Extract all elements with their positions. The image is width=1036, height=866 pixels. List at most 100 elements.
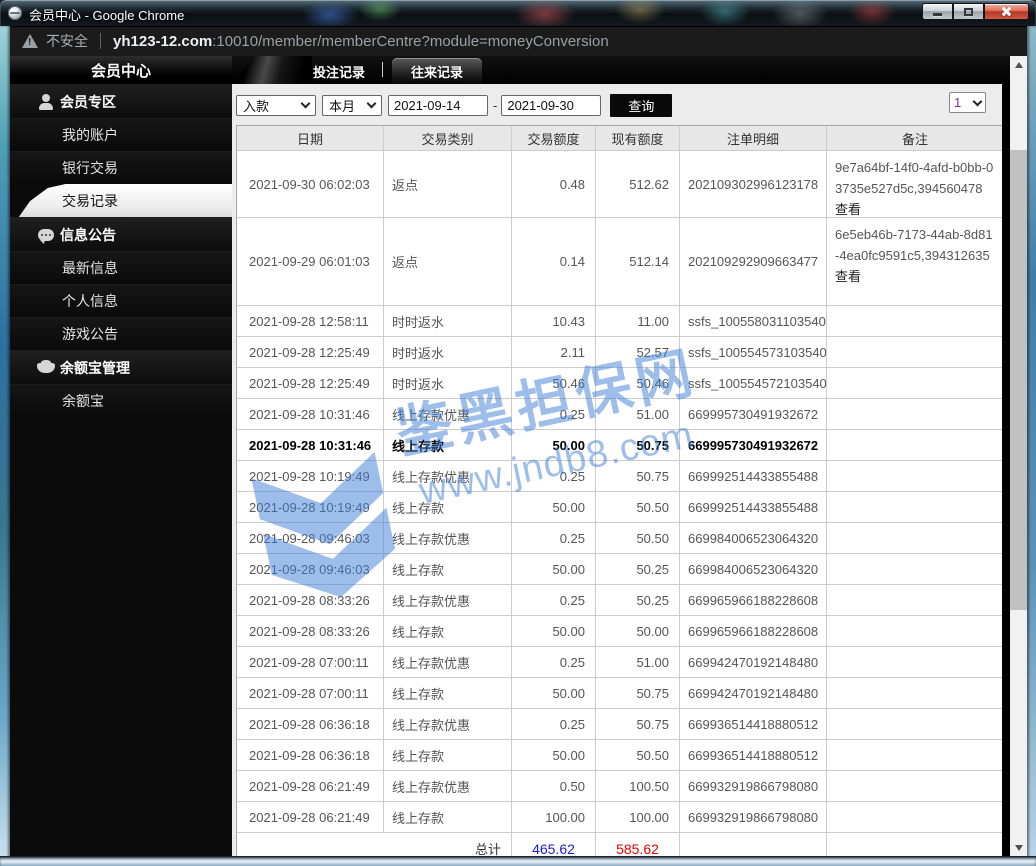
close-icon bbox=[1001, 6, 1012, 17]
window-controls bbox=[922, 3, 1029, 20]
url-domain: yh123-12.com bbox=[113, 32, 213, 50]
table-row: 2021-09-28 07:00:11 线上存款 50.00 50.75 6699424… bbox=[237, 677, 1002, 708]
footer-empty-cell bbox=[679, 833, 826, 856]
table-row: 2021-09-28 06:36:18 线上存款优惠 0.25 50.75 669936… bbox=[237, 708, 1002, 739]
period-select[interactable]: 本月 bbox=[322, 94, 382, 116]
cell-balance: 50.75 bbox=[595, 430, 679, 460]
window-frame-bottom bbox=[0, 856, 1036, 866]
cell-remark bbox=[826, 368, 1002, 398]
date-to-input[interactable] bbox=[501, 94, 602, 116]
cell-type: 时时返水 bbox=[383, 337, 511, 367]
cell-balance: 512.62 bbox=[595, 151, 679, 217]
cell-date: 2021-09-28 10:19:49 bbox=[249, 468, 370, 484]
sidebar-item-label: 交易记录 bbox=[62, 192, 118, 209]
close-button[interactable] bbox=[984, 3, 1029, 20]
maximize-button[interactable] bbox=[953, 3, 984, 20]
view-detail-link[interactable]: 查看 bbox=[835, 199, 995, 217]
date-from-input[interactable] bbox=[388, 94, 488, 116]
cell-bet-detail: ssfs_100558031103540151 bbox=[679, 306, 826, 336]
scrollbar-thumb[interactable] bbox=[1010, 150, 1027, 610]
transaction-type-select[interactable]: 入款 bbox=[236, 94, 316, 116]
window-frame-left bbox=[0, 26, 10, 866]
sidebar-item-label: 我的账户 bbox=[62, 127, 118, 143]
cell-bet-detail: 669995730491932672 bbox=[679, 399, 826, 429]
query-button[interactable]: 查询 bbox=[610, 93, 673, 117]
cell-bet-detail: 669965966188228608 bbox=[679, 585, 826, 615]
active-item-highlight bbox=[18, 184, 232, 217]
cell-date: 2021-09-28 10:31:46 bbox=[249, 406, 370, 422]
cell-type: 线上存款优惠 bbox=[383, 771, 511, 801]
table-row: 2021-09-30 06:02:03 返点 0.48 512.62 202109302… bbox=[237, 150, 1002, 217]
column-header: 交易类别 bbox=[383, 126, 511, 150]
sidebar-item-label: 游戏公告 bbox=[62, 326, 118, 342]
sidebar-item-label: 余额宝管理 bbox=[60, 359, 130, 376]
sidebar-item-game-notice[interactable]: 游戏公告 bbox=[10, 317, 232, 350]
cell-date: 2021-09-28 08:33:26 bbox=[249, 623, 370, 639]
cell-date: 2021-09-28 06:36:18 bbox=[249, 747, 370, 763]
sidebar-item-info-notice[interactable]: 信息公告 bbox=[10, 217, 232, 251]
footer-empty-cell bbox=[826, 833, 1002, 856]
table-row: 2021-09-28 09:46:03 线上存款 50.00 50.25 6699840… bbox=[237, 553, 1002, 584]
table-row: 2021-09-28 08:33:26 线上存款 50.00 50.00 6699659… bbox=[237, 615, 1002, 646]
cell-remark bbox=[826, 430, 1002, 460]
cell-remark bbox=[826, 461, 1002, 491]
tab-bet-records[interactable]: 投注记录 bbox=[290, 58, 388, 84]
cell-bet-detail: ssfs_100554573103540151 bbox=[679, 337, 826, 367]
cell-bet-detail: 669932919866798080 bbox=[679, 771, 826, 801]
cell-type: 线上存款优惠 bbox=[383, 647, 511, 677]
sidebar-item-yuebao-manage[interactable]: 余额宝管理 bbox=[10, 350, 232, 384]
minimize-button[interactable] bbox=[922, 3, 953, 20]
cell-date: 2021-09-28 07:00:11 bbox=[249, 685, 369, 701]
cell-amount: 10.43 bbox=[511, 306, 595, 336]
cell-balance: 50.25 bbox=[595, 554, 679, 584]
cell-remark bbox=[826, 678, 1002, 708]
cell-date: 2021-09-28 12:25:49 bbox=[249, 375, 370, 391]
cell-remark bbox=[826, 647, 1002, 677]
cell-date: 2021-09-30 06:02:03 bbox=[249, 176, 370, 192]
sidebar-item-personal-info[interactable]: 个人信息 bbox=[10, 284, 232, 317]
tab-trade-records[interactable]: 往来记录 bbox=[392, 58, 482, 84]
scroll-down-button[interactable] bbox=[1010, 839, 1027, 856]
page-number-select[interactable]: 1 bbox=[949, 92, 986, 113]
cell-amount: 0.14 bbox=[511, 218, 595, 305]
cell-type: 线上存款 bbox=[383, 616, 511, 646]
cell-amount: 0.25 bbox=[511, 461, 595, 491]
browser-address-bar[interactable]: ! 不安全 yh123-12.com :10010/member/memberC… bbox=[3, 26, 1033, 56]
cell-balance: 50.50 bbox=[595, 523, 679, 553]
sidebar-item-label: 信息公告 bbox=[60, 226, 116, 243]
scroll-up-button[interactable] bbox=[1010, 56, 1027, 73]
cell-remark bbox=[826, 523, 1002, 553]
cell-type: 线上存款优惠 bbox=[383, 461, 511, 491]
url-separator bbox=[100, 33, 101, 49]
chevron-down-icon bbox=[366, 98, 377, 109]
cell-date: 2021-09-28 06:21:49 bbox=[249, 778, 370, 794]
cell-type: 线上存款 bbox=[383, 802, 511, 832]
sidebar-item-label: 会员专区 bbox=[60, 93, 116, 110]
cell-date: 2021-09-28 07:00:11 bbox=[249, 654, 369, 670]
cell-amount: 50.00 bbox=[511, 678, 595, 708]
vertical-scrollbar[interactable] bbox=[1010, 56, 1027, 856]
window-frame-right bbox=[1027, 26, 1036, 866]
sidebar-item-member-zone[interactable]: 会员专区 bbox=[10, 84, 232, 118]
sidebar-item-yuebao[interactable]: 余额宝 bbox=[10, 384, 232, 417]
cell-remark bbox=[826, 740, 1002, 770]
sidebar-item-my-account[interactable]: 我的账户 bbox=[10, 118, 232, 151]
cell-date: 2021-09-28 06:36:18 bbox=[249, 716, 370, 732]
not-secure-warning-icon: ! bbox=[22, 34, 38, 48]
view-detail-link[interactable]: 查看 bbox=[835, 266, 995, 287]
cell-amount: 0.50 bbox=[511, 771, 595, 801]
cell-type: 线上存款优惠 bbox=[383, 585, 511, 615]
ingot-icon bbox=[36, 358, 56, 378]
cell-amount: 50.00 bbox=[511, 430, 595, 460]
period-value: 本月 bbox=[329, 98, 356, 114]
cell-bet-detail: 202109292909663477 bbox=[679, 218, 826, 305]
cell-remark: 6e5eb46b-7173-44ab-8d81-4ea0fc9591c5,394… bbox=[826, 218, 1002, 305]
cell-date: 2021-09-28 10:31:46 bbox=[249, 437, 372, 453]
sidebar-item-bank-trade[interactable]: 银行交易 bbox=[10, 151, 232, 184]
sidebar-item-trade-records[interactable]: 交易记录 bbox=[10, 184, 232, 217]
column-header: 日期 bbox=[296, 131, 323, 147]
cell-amount: 0.25 bbox=[511, 709, 595, 739]
cell-bet-detail: 669992514433855488 bbox=[679, 461, 826, 491]
sidebar-item-latest-info[interactable]: 最新信息 bbox=[10, 251, 232, 284]
cell-bet-detail: 669992514433855488 bbox=[679, 492, 826, 522]
